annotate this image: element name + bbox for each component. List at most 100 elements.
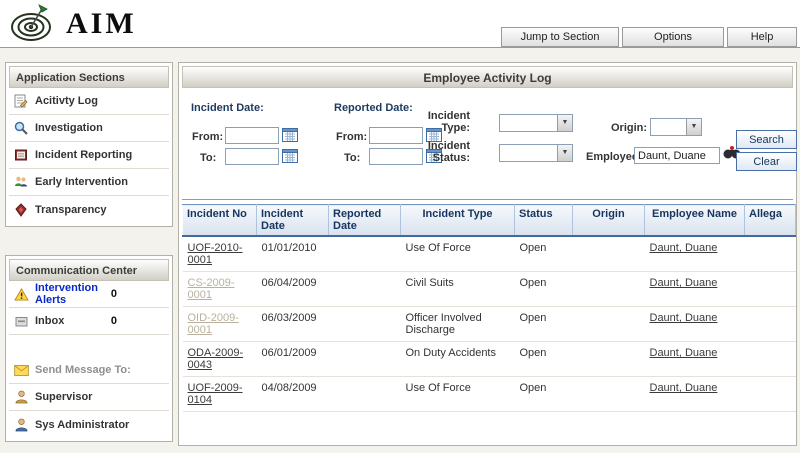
origin-select[interactable]: ▼ (650, 118, 702, 136)
status-cell: Open (515, 377, 573, 412)
reported-date-cell (329, 377, 401, 412)
column-header-origin: Origin (573, 205, 645, 237)
page-title: Employee Activity Log (182, 66, 793, 88)
incident-date-label: Incident Date: (191, 102, 264, 114)
incident-type-cell: Officer Involved Discharge (401, 307, 515, 342)
incident-type-label: Incident Type: (418, 110, 470, 134)
investigation-icon (13, 121, 29, 135)
origin-cell (573, 307, 645, 342)
reported-date-cell (329, 342, 401, 377)
incident-date-from-input[interactable] (225, 127, 279, 144)
send-message-to-header: Send Message To: (9, 357, 169, 384)
employee-name-link[interactable]: Daunt, Duane (650, 347, 718, 359)
employee-name-link[interactable]: Daunt, Duane (650, 242, 718, 254)
application-sections-header: Application Sections (9, 66, 169, 88)
incident-no-link[interactable]: UOF-2009-0104 (188, 382, 243, 406)
allegation-cell (745, 236, 796, 272)
status-cell: Open (515, 342, 573, 377)
column-header-incident-date: Incident Date (257, 205, 329, 237)
origin-cell (573, 377, 645, 412)
envelope-icon (13, 365, 29, 376)
sidebar-item-label: Early Intervention (35, 176, 128, 188)
column-header-allegation: Allega (745, 205, 796, 237)
sidebar-item-activity-log[interactable]: Acitivty Log (9, 88, 169, 115)
options-button[interactable]: Options (622, 27, 724, 47)
inbox-count: 0 (111, 315, 117, 327)
employee-name-link[interactable]: Daunt, Duane (650, 312, 718, 324)
supervisor-label: Supervisor (35, 391, 92, 403)
incident-no-link[interactable]: ODA-2009-0043 (188, 347, 244, 371)
sidebar-item-intervention-alerts[interactable]: Intervention Alerts 0 (9, 281, 169, 308)
supervisor-person-icon (13, 390, 29, 404)
incident-no-link[interactable]: UOF-2010-0001 (188, 242, 243, 266)
reported-date-cell (329, 236, 401, 272)
reported-date-from-input[interactable] (369, 127, 423, 144)
incident-date-from-calendar-icon[interactable] (282, 127, 298, 142)
employee-name-link[interactable]: Daunt, Duane (650, 277, 718, 289)
allegation-cell (745, 377, 796, 412)
incident-type-select[interactable]: ▼ (499, 114, 573, 132)
sidebar-item-label: Investigation (35, 122, 103, 134)
incident-type-cell: On Duty Accidents (401, 342, 515, 377)
table-row: UOF-2010-0001 01/01/2010 Use Of Force Op… (183, 236, 796, 272)
jump-to-section-button[interactable]: Jump to Section (501, 27, 619, 47)
incident-date-cell: 06/01/2009 (257, 342, 329, 377)
origin-cell (573, 342, 645, 377)
sidebar-item-transparency[interactable]: Transparency (9, 196, 169, 223)
app-header: AIM Jump to Section Options Help (0, 0, 800, 48)
column-header-employee-name: Employee Name (645, 205, 745, 237)
filter-area: Incident Date: From: To: Reported D (182, 88, 793, 200)
aim-logo-icon (8, 3, 54, 45)
sidebar-item-label: Transparency (35, 204, 107, 216)
search-button[interactable]: Search (736, 130, 797, 149)
send-message-to-label: Send Message To: (35, 364, 131, 376)
employee-name-link[interactable]: Daunt, Duane (650, 382, 718, 394)
reported-date-cell (329, 272, 401, 307)
sidebar-item-early-intervention[interactable]: Early Intervention (9, 169, 169, 196)
sidebar-item-inbox[interactable]: Inbox 0 (9, 308, 169, 335)
allegation-cell (745, 342, 796, 377)
reported-date-to-input[interactable] (369, 148, 423, 165)
help-button[interactable]: Help (727, 27, 797, 47)
employee-input[interactable] (634, 147, 720, 164)
incident-date-to-calendar-icon[interactable] (282, 148, 298, 163)
intervention-alerts-count: 0 (111, 288, 117, 300)
sidebar-item-label: Incident Reporting (35, 149, 132, 161)
top-nav: Jump to Section Options Help (501, 27, 797, 47)
app-logo: AIM (8, 3, 137, 45)
reported-date-to-label: To: (344, 152, 360, 164)
incident-type-cell: Use Of Force (401, 377, 515, 412)
communication-center-panel: Communication Center Intervention Alerts… (5, 255, 173, 442)
incident-no-link[interactable]: OID-2009-0001 (188, 312, 239, 336)
reported-date-cell (329, 307, 401, 342)
allegation-cell (745, 272, 796, 307)
clear-button[interactable]: Clear (736, 152, 797, 171)
application-sections-panel: Application Sections Acitivty Log Invest… (5, 62, 173, 227)
column-header-incident-no: Incident No (183, 205, 257, 237)
incident-date-cell: 01/01/2010 (257, 236, 329, 272)
incident-type-cell: Use Of Force (401, 236, 515, 272)
chevron-down-icon: ▼ (557, 145, 572, 161)
incident-date-to-input[interactable] (225, 148, 279, 165)
sidebar-item-investigation[interactable]: Investigation (9, 115, 169, 142)
intervention-alerts-label: Intervention Alerts (35, 282, 105, 306)
status-cell: Open (515, 236, 573, 272)
app-title: AIM (66, 7, 137, 41)
incident-no-link[interactable]: CS-2009-0001 (188, 277, 235, 301)
status-cell: Open (515, 272, 573, 307)
activity-log-icon (13, 94, 29, 108)
incident-status-select[interactable]: ▼ (499, 144, 573, 162)
sidebar-item-incident-reporting[interactable]: Incident Reporting (9, 142, 169, 169)
origin-label: Origin: (611, 122, 647, 134)
main-content-panel: Employee Activity Log Incident Date: Fro… (178, 62, 797, 446)
sidebar-item-sys-administrator[interactable]: Sys Administrator (9, 411, 169, 438)
column-header-status: Status (515, 205, 573, 237)
sidebar-item-label: Acitivty Log (35, 95, 98, 107)
sidebar-item-supervisor[interactable]: Supervisor (9, 384, 169, 411)
chevron-down-icon: ▼ (557, 115, 572, 131)
activity-log-table: Incident No Incident Date Reported Date … (182, 204, 796, 412)
reported-date-label: Reported Date: (334, 102, 413, 114)
transparency-icon (13, 203, 29, 217)
reported-date-from-label: From: (336, 131, 367, 143)
incident-date-cell: 06/04/2009 (257, 272, 329, 307)
